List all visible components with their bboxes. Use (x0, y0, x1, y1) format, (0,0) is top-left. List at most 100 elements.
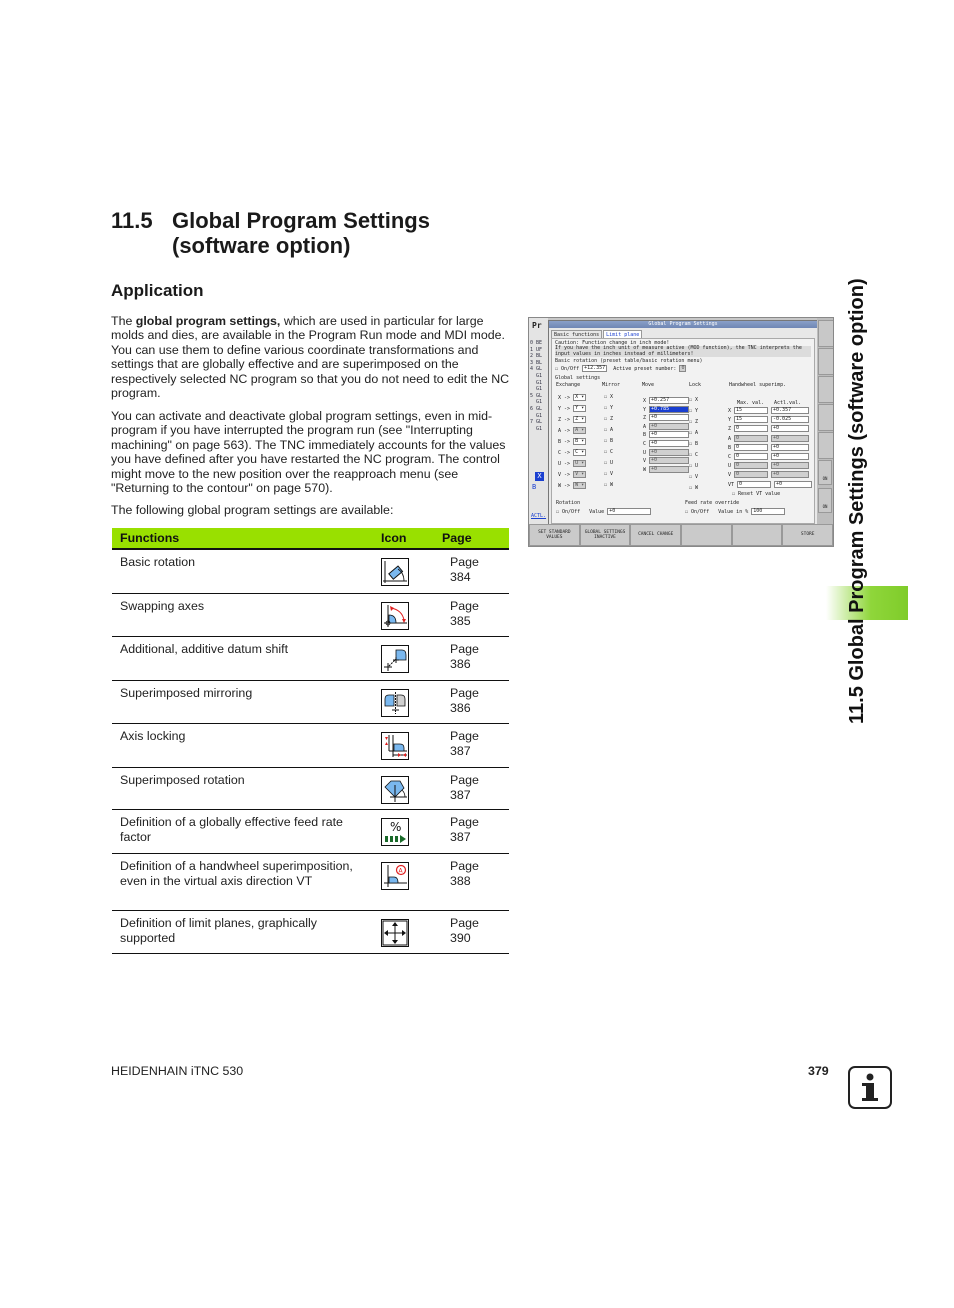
move-value[interactable]: +0 (649, 440, 690, 447)
page-ref[interactable]: Page 386 (434, 636, 509, 681)
move-value[interactable]: +0 (649, 422, 690, 430)
page-ref[interactable]: Page 385 (434, 593, 509, 637)
page-ref[interactable]: Page 387 (434, 809, 509, 854)
page-ref[interactable]: Page 387 (434, 723, 509, 768)
rotation-icon (381, 776, 409, 804)
move-row[interactable]: W +0 (643, 465, 690, 473)
lock-checkbox[interactable]: ☐ C (689, 452, 698, 458)
lock-checkbox[interactable]: ☐ U (689, 463, 698, 469)
lock-checkbox[interactable]: ☐ Z (689, 419, 698, 425)
mirror-checkbox[interactable]: ☐ U (604, 460, 613, 466)
handwheel-row[interactable]: Z 0 +0 (728, 425, 810, 433)
handwheel-row[interactable]: Y 15 -0.025 (728, 416, 810, 424)
exchange-select[interactable]: W ▾ (573, 482, 587, 489)
right-softkey-3[interactable] (818, 376, 833, 403)
page-ref[interactable]: Page 390 (434, 910, 509, 954)
handwheel-max[interactable]: 0 (737, 480, 772, 488)
right-softkey-1[interactable] (818, 320, 833, 347)
handwheel-row[interactable]: VT 0 +0 (728, 480, 813, 488)
handwheel-row[interactable]: C 0 +0 (728, 453, 810, 460)
lock-checkbox[interactable]: ☐ B (689, 441, 698, 447)
right-softkey-4[interactable] (818, 404, 833, 431)
softkey-global-inactive[interactable]: GLOBAL SETTINGS INACTIVE (579, 524, 631, 546)
handwheel-max[interactable]: 0 (734, 453, 769, 460)
exchange-select[interactable]: X ▾ (573, 394, 587, 401)
lock-checkbox[interactable]: ☐ W (689, 485, 698, 491)
exchange-row[interactable]: W -> W ▾ (558, 482, 587, 489)
page-ref[interactable]: Page 387 (434, 767, 509, 810)
move-value[interactable]: +0 (649, 431, 690, 439)
handwheel-max[interactable]: 0 (734, 425, 769, 433)
handwheel-max[interactable]: 0 (734, 471, 769, 479)
mirror-checkbox[interactable]: ☐ V (604, 471, 613, 477)
basic-rotation-value[interactable]: +12.357 (582, 365, 608, 372)
mirror-checkbox[interactable]: ☐ B (604, 438, 613, 444)
lock-checkbox[interactable]: ☐ Y (689, 408, 698, 414)
move-row[interactable]: U +0 (643, 448, 690, 456)
exchange-select[interactable]: Z ▾ (573, 416, 587, 423)
right-softkey-5[interactable] (818, 432, 833, 459)
rotation-value[interactable]: +0 (607, 508, 652, 515)
move-row[interactable]: X +0.257 (643, 397, 690, 404)
right-softkey-2[interactable] (818, 348, 833, 375)
exchange-select[interactable]: U ▾ (573, 460, 587, 467)
move-value[interactable]: +0 (649, 414, 690, 422)
exchange-select[interactable]: B ▾ (573, 438, 587, 445)
exchange-row[interactable]: X -> X ▾ (558, 394, 587, 401)
move-value[interactable]: +0 (649, 465, 690, 473)
move-value[interactable]: +0.257 (649, 397, 690, 404)
handwheel-row[interactable]: V 0 +0 (728, 471, 810, 479)
mirror-checkbox[interactable]: ☐ Y (604, 405, 613, 411)
softkey-cancel-change[interactable]: CANCEL CHANGE (630, 524, 682, 546)
lock-checkbox[interactable]: ☐ A (689, 430, 698, 436)
exchange-select[interactable]: A ▾ (573, 427, 587, 434)
reset-vt-checkbox[interactable]: ☐ Reset VT value (732, 491, 780, 497)
lock-checkbox[interactable]: ☐ V (689, 474, 698, 480)
exchange-row[interactable]: A -> A ▾ (558, 427, 587, 434)
exchange-row[interactable]: C -> C ▾ (558, 449, 587, 456)
page-ref[interactable]: Page 386 (434, 680, 509, 724)
softkey-store[interactable]: STORE (782, 524, 833, 546)
handwheel-row[interactable]: A 0 +0 (728, 434, 810, 442)
handwheel-max[interactable]: 0 (734, 462, 769, 470)
right-softkey-on-1[interactable]: ON (818, 460, 832, 485)
handwheel-row[interactable]: B 0 +0 (728, 443, 810, 451)
softkey-empty-1[interactable] (681, 524, 732, 546)
move-row[interactable]: Z +0 (643, 414, 690, 422)
move-row[interactable]: V +0 (643, 457, 690, 465)
page-ref[interactable]: Page 384 (434, 549, 509, 594)
softkey-set-standard[interactable]: SET STANDARD VALUES (529, 524, 580, 546)
move-row[interactable]: C +0 (643, 440, 690, 447)
move-value[interactable]: +0 (649, 457, 690, 465)
mirror-checkbox[interactable]: ☐ C (604, 449, 613, 455)
right-softkey-on-2[interactable]: ON (818, 488, 832, 513)
mirror-checkbox[interactable]: ☐ A (604, 427, 613, 433)
handwheel-max[interactable]: 0 (734, 443, 769, 451)
feed-value[interactable]: 100 (751, 508, 786, 515)
exchange-row[interactable]: U -> U ▾ (558, 460, 587, 467)
move-value[interactable]: +0 (649, 448, 690, 456)
handwheel-row[interactable]: U 0 +0 (728, 462, 810, 470)
exchange-row[interactable]: V -> V ▾ (558, 471, 587, 478)
lock-checkbox[interactable]: ☐ X (689, 397, 698, 403)
exchange-select[interactable]: Y ▾ (573, 405, 587, 412)
exchange-row[interactable]: B -> B ▾ (558, 438, 587, 445)
exchange-row[interactable]: Y -> Y ▾ (558, 405, 587, 412)
exchange-select[interactable]: C ▾ (573, 449, 587, 456)
mirror-checkbox[interactable]: ☐ Z (604, 416, 613, 422)
header-icon: Icon (373, 528, 434, 550)
move-row[interactable]: Y +0.785 (643, 405, 690, 413)
mirror-checkbox[interactable]: ☐ X (604, 394, 613, 400)
mirror-checkbox[interactable]: ☐ W (604, 482, 613, 488)
move-row[interactable]: B +0 (643, 431, 690, 439)
handwheel-max[interactable]: 15 (734, 407, 769, 414)
handwheel-row[interactable]: X 15 +0.357 (728, 407, 810, 414)
exchange-select[interactable]: V ▾ (573, 471, 587, 478)
exchange-row[interactable]: Z -> Z ▾ (558, 416, 587, 423)
move-row[interactable]: A +0 (643, 422, 690, 430)
handwheel-max[interactable]: 15 (734, 416, 769, 424)
move-value[interactable]: +0.785 (649, 405, 690, 413)
handwheel-max[interactable]: 0 (734, 434, 769, 442)
softkey-empty-2[interactable] (731, 524, 783, 546)
page-ref[interactable]: Page 388 (434, 853, 509, 911)
